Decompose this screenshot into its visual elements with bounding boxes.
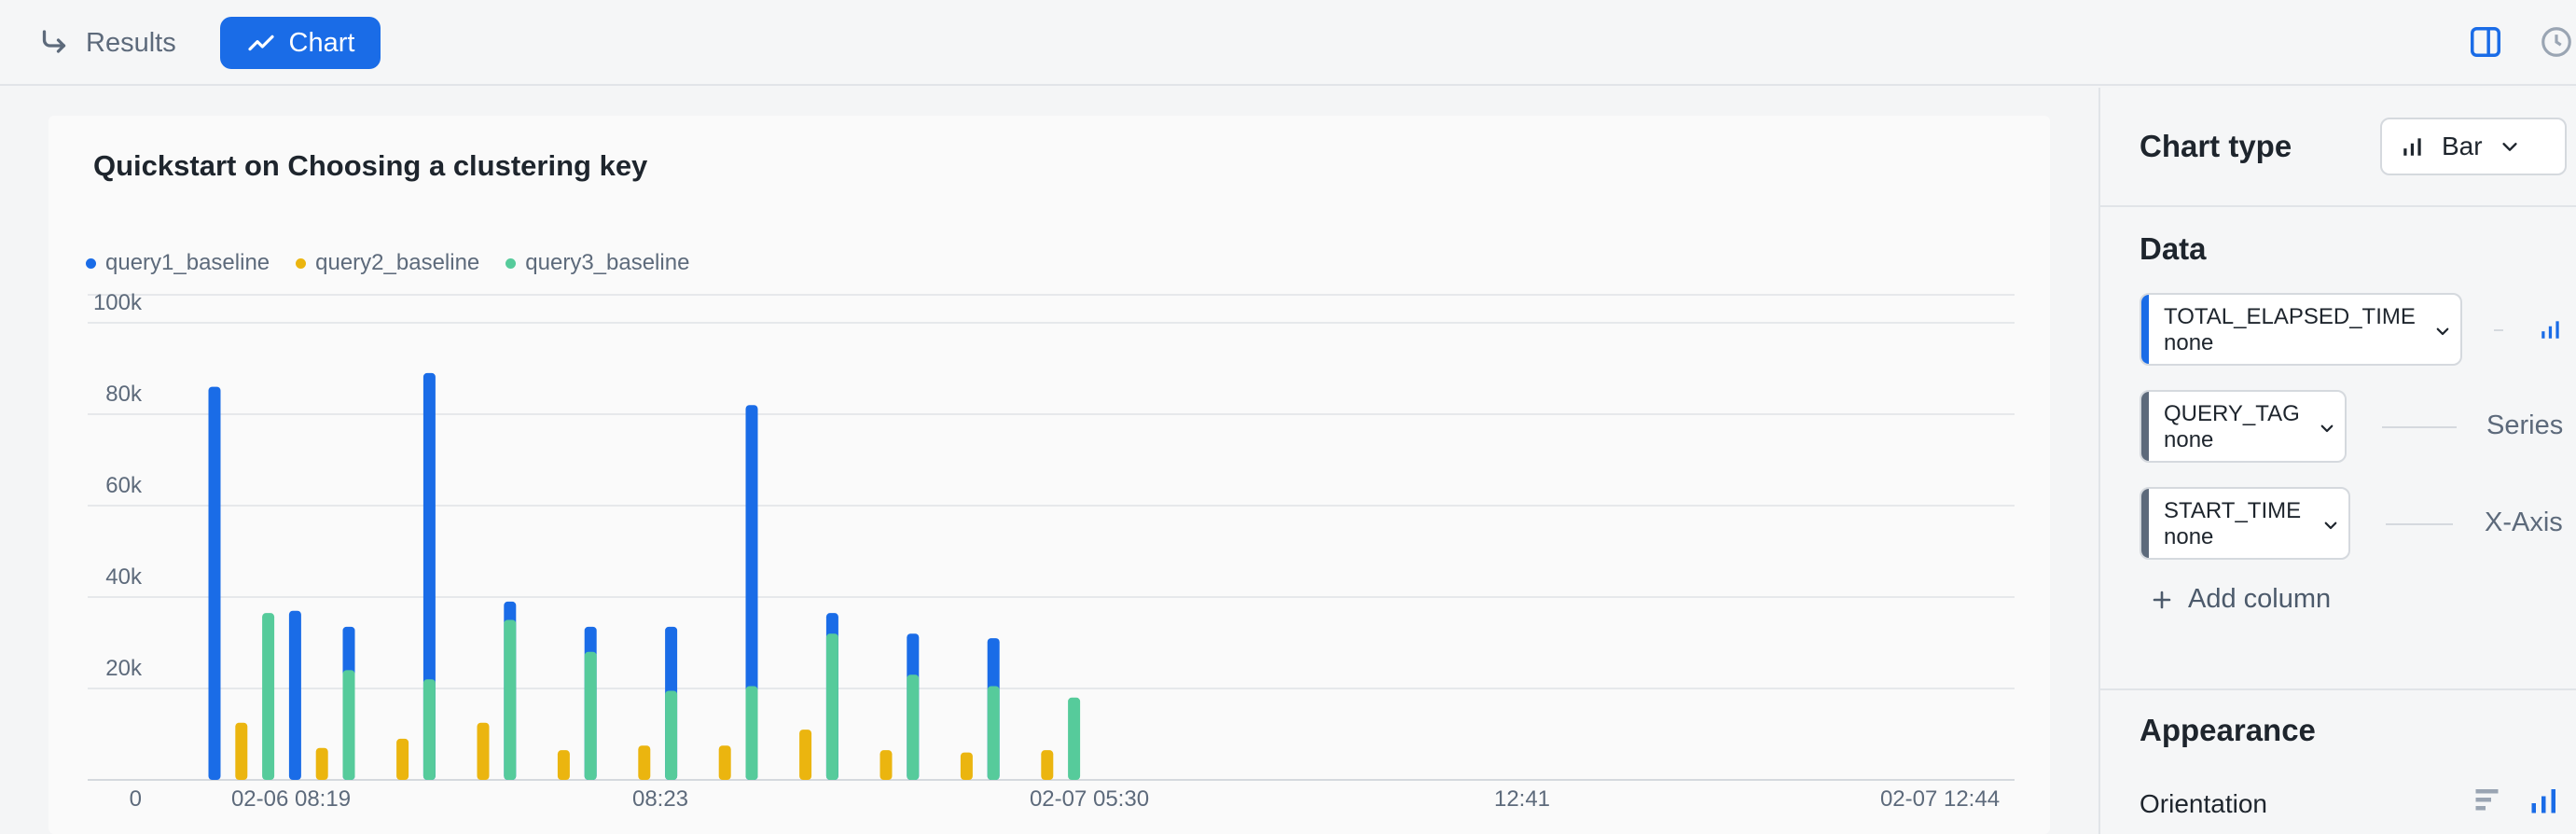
bar-chart: 100k 80k 60k 40k 20k 0 02-06 08:19 08:23 02-07 0… <box>88 290 2015 812</box>
tab-chart-label: Chart <box>288 27 355 58</box>
role-label-x-axis: X-Axis <box>2485 507 2563 537</box>
chart-type-heading: Chart type <box>2140 129 2292 163</box>
chart-card: Quickstart on Choosing a clustering key … <box>48 116 2050 834</box>
column-pill-start-time[interactable]: START_TIME none <box>2140 487 2350 560</box>
column-pill-query-tag[interactable]: QUERY_TAG none <box>2140 390 2347 463</box>
top-toolbar: Results Chart <box>0 0 2576 86</box>
divider <box>2100 205 2576 207</box>
bar-query2_baseline-31 <box>1041 750 1054 780</box>
bar-chart-icon <box>2403 138 2421 156</box>
bar-query3_baseline-11 <box>504 619 517 780</box>
tab-results[interactable]: Results <box>37 17 176 69</box>
column-pill-total-elapsed-time[interactable]: TOTAL_ELAPSED_TIME none <box>2140 293 2462 366</box>
chevron-down-icon <box>2324 521 2337 530</box>
chart-area: Quickstart on Choosing a clustering key … <box>0 88 2098 834</box>
bar-query2_baseline-28 <box>960 752 973 780</box>
x-tick-label: 02-07 05:30 <box>1030 786 1149 812</box>
chevron-down-icon <box>2501 143 2517 151</box>
column-aggregation: none <box>2164 427 2214 452</box>
bar-query3_baseline-5 <box>342 670 355 780</box>
bar-query2_baseline-19 <box>718 745 731 780</box>
column-name: QUERY_TAG <box>2164 401 2300 426</box>
bar-query3_baseline-2 <box>262 613 275 780</box>
bar-query2_baseline-25 <box>879 750 893 780</box>
bar-query3_baseline-32 <box>1068 697 1081 780</box>
x-tick-label: 12:41 <box>1494 786 1550 812</box>
bar-query2_baseline-13 <box>557 750 570 780</box>
bar-query3_baseline-8 <box>422 679 436 780</box>
line-chart-icon <box>247 35 274 51</box>
bar-query1_baseline-3 <box>288 610 301 780</box>
y-tick-label: 20k <box>105 656 143 681</box>
bar-query2_baseline-16 <box>638 745 651 780</box>
chart-type-select[interactable]: Bar <box>2380 118 2567 175</box>
bar-query3_baseline-20 <box>745 686 758 780</box>
y-axis-bar-icon[interactable] <box>2539 317 2563 341</box>
appearance-heading: Appearance <box>2140 713 2316 747</box>
add-column-label: Add column <box>2188 584 2332 614</box>
bar-query1_baseline-0 <box>208 386 221 780</box>
vertical-bars-icon[interactable] <box>2528 784 2561 817</box>
x-tick-label: 08:23 <box>632 786 688 812</box>
add-column-button[interactable]: Add column <box>2151 584 2331 615</box>
chart-settings-panel: Chart type Bar Data TOTAL_ELAPSED_TIME n… <box>2098 88 2576 834</box>
column-name: START_TIME <box>2164 498 2302 523</box>
role-connector <box>2386 523 2453 525</box>
y-tick-label: 40k <box>105 564 143 590</box>
tab-results-label: Results <box>86 27 176 58</box>
side-panel-toggle-icon[interactable] <box>2468 24 2503 60</box>
data-heading: Data <box>2140 231 2207 266</box>
y-tick-label: 60k <box>105 473 143 498</box>
column-aggregation: none <box>2164 524 2214 549</box>
column-accent <box>2141 489 2149 558</box>
column-accent <box>2141 295 2149 364</box>
chevron-down-icon <box>2436 327 2449 336</box>
chart-type-value: Bar <box>2442 132 2483 160</box>
bar-query2_baseline-10 <box>477 722 490 780</box>
tab-chart[interactable]: Chart <box>220 17 381 69</box>
bar-query2_baseline-4 <box>315 747 328 780</box>
bar-query3_baseline-23 <box>825 633 838 780</box>
history-clock-icon[interactable] <box>2539 24 2574 60</box>
bar-query2_baseline-22 <box>799 730 812 780</box>
bar-query3_baseline-14 <box>584 651 597 780</box>
chevron-down-icon <box>2320 424 2334 433</box>
bar-query3_baseline-17 <box>665 690 678 780</box>
bar-query2_baseline-1 <box>235 722 248 780</box>
x-tick-label: 02-06 08:19 <box>231 786 351 812</box>
column-name: TOTAL_ELAPSED_TIME <box>2164 304 2416 329</box>
y-tick-label: 80k <box>105 382 143 407</box>
role-label-series: Series <box>2486 410 2564 440</box>
plus-icon <box>2153 591 2171 608</box>
role-connector <box>2382 426 2457 428</box>
column-accent <box>2141 392 2149 461</box>
horizontal-bars-icon[interactable] <box>2472 784 2505 817</box>
divider <box>2100 688 2576 690</box>
x-tick-label: 02-07 12:44 <box>1880 786 2000 812</box>
bar-query3_baseline-29 <box>987 686 1000 780</box>
y-tick-label: 100k <box>93 290 143 315</box>
bar-query2_baseline-7 <box>396 738 409 780</box>
orientation-label: Orientation <box>2140 789 2267 818</box>
bar-query3_baseline-26 <box>907 674 920 780</box>
column-aggregation: none <box>2164 330 2214 355</box>
return-arrow-icon <box>42 30 66 53</box>
y-tick-label: 0 <box>130 786 142 812</box>
role-connector <box>2494 329 2503 331</box>
